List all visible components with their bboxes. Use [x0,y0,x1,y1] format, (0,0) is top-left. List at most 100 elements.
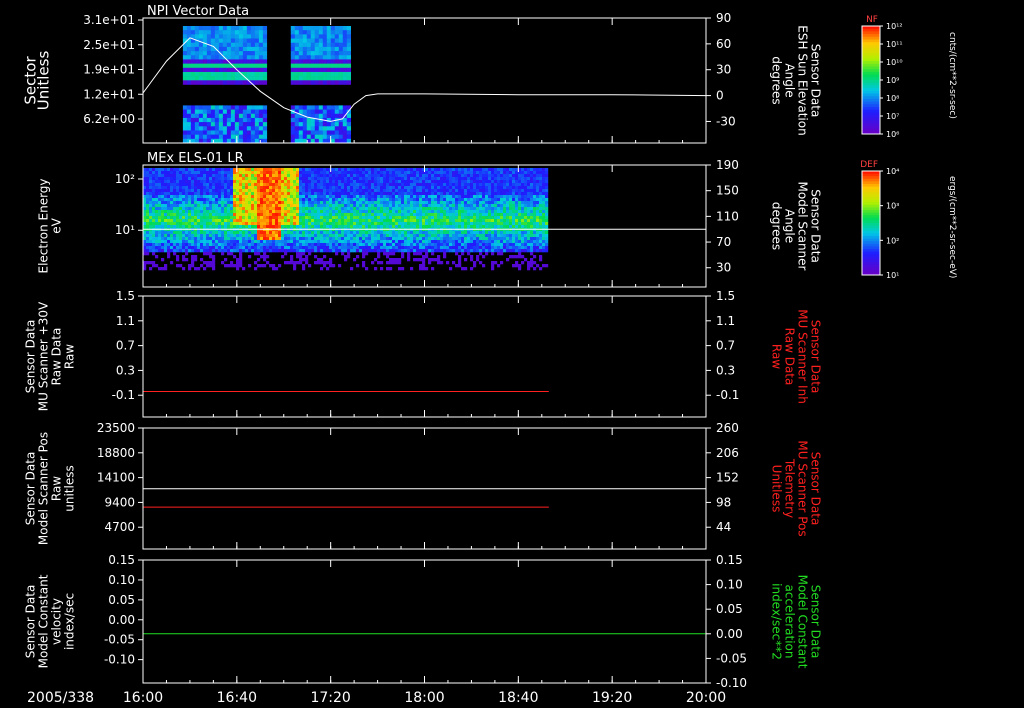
spectrogram-cell [176,237,180,241]
spectrogram-cell [323,261,327,265]
spectrogram-cell [310,105,315,110]
spectrogram-cell [395,216,399,220]
spectrogram-cell [368,225,372,229]
spectrogram-cell [338,34,343,39]
spectrogram-cell [260,174,264,178]
spectrogram-cell [446,201,450,205]
spectrogram-cell [392,219,396,223]
spectrogram-cell [242,204,246,208]
spectrogram-cell [350,189,354,193]
spectrogram-cell [306,46,311,52]
spectrogram-cell [245,234,249,238]
spectrogram-cell [449,243,453,247]
spectrogram-cell [250,34,256,39]
spectrogram-cell [443,234,447,238]
spectrogram-cell [302,258,306,262]
spectrogram-cell [491,216,495,220]
spectrogram-cell [194,168,198,172]
spectrogram-cell [221,174,225,178]
spectrogram-cell [188,207,192,211]
spectrogram-cell [365,267,369,271]
spectrogram-cell [290,255,294,259]
spectrogram-cell [407,231,411,235]
spectrogram-cell [296,195,300,199]
spectrogram-cell [314,249,318,253]
spectrogram-cell [299,231,303,235]
spectrogram-cell [317,219,321,223]
spectrogram-cell [230,34,236,39]
spectrogram-cell [236,210,240,214]
spectrogram-cell [395,246,399,250]
spectrogram-cell [302,195,306,199]
spectrogram-cell [233,249,237,253]
spectrogram-cell [266,249,270,253]
spectrogram-cell [491,177,495,181]
spectrogram-cell [365,174,369,178]
spectrogram-cell [368,183,372,187]
spectrogram-cell [347,171,351,175]
spectrogram-cell [500,177,504,181]
spectrogram-cell [458,171,462,175]
spectrogram-cell [473,219,477,223]
spectrogram-cell [152,186,156,190]
spectrogram-cell [392,258,396,262]
spectrogram-cell [503,210,507,214]
spectrogram-cell [242,113,248,119]
spectrogram-cell [238,76,244,81]
spectrogram-cell [404,243,408,247]
spectrogram-cell [386,267,390,271]
spectrogram-cell [194,180,198,184]
spectrogram-cell [202,51,208,56]
spectrogram-cell [246,30,252,35]
spectrogram-cell [215,174,219,178]
spectrogram-cell [194,183,198,187]
spectrogram-cell [248,222,252,226]
spectrogram-cell [222,67,228,73]
spectrogram-cell [226,126,232,131]
spectrogram-cell [224,198,228,202]
spectrogram-cell [386,189,390,193]
spectrogram-cell [206,130,212,135]
spectrogram-cell [293,264,297,268]
spectrogram-cell [485,249,489,253]
spectrogram-cell [413,177,417,181]
spectrogram-cell [242,26,248,31]
spectrogram-cell [311,201,315,205]
spectrogram-cell [214,30,220,35]
spectrogram-cell [310,42,315,48]
spectrogram-cell [410,243,414,247]
spectrogram-cell [530,204,534,208]
spectrogram-cell [485,207,489,211]
spectrogram-cell [338,237,342,241]
spectrogram-cell [494,204,498,208]
spectrogram-cell [258,38,264,44]
spectrogram-cell [488,180,492,184]
spectrogram-cell [306,34,311,39]
spectrogram-cell [434,231,438,235]
spectrogram-cell [212,174,216,178]
spectrogram-cell [170,213,174,217]
spectrogram-cell [298,71,303,77]
spectrogram-cell [296,204,300,208]
spectrogram-cell [318,113,323,119]
spectrogram-cell [455,204,459,208]
spectrogram-cell [395,180,399,184]
spectrogram-cell [515,177,519,181]
spectrogram-cell [203,210,207,214]
spectrogram-cell [371,174,375,178]
spectrogram-cell [236,222,240,226]
spectrogram-cell [332,234,336,238]
spectrogram-cell [221,201,225,205]
spectrogram-cell [332,231,336,235]
spectrogram-cell [506,189,510,193]
spectrogram-cell [194,109,200,115]
spectrogram-cell [305,195,309,199]
spectrogram-cell [467,186,471,190]
spectrogram-cell [296,198,300,202]
spectrogram-cell [206,204,210,208]
spectrogram-cell [314,122,319,127]
spectrogram-cell [452,231,456,235]
spectrogram-cell [344,201,348,205]
spectrogram-cell [294,63,299,69]
spectrogram-cell [155,249,159,253]
